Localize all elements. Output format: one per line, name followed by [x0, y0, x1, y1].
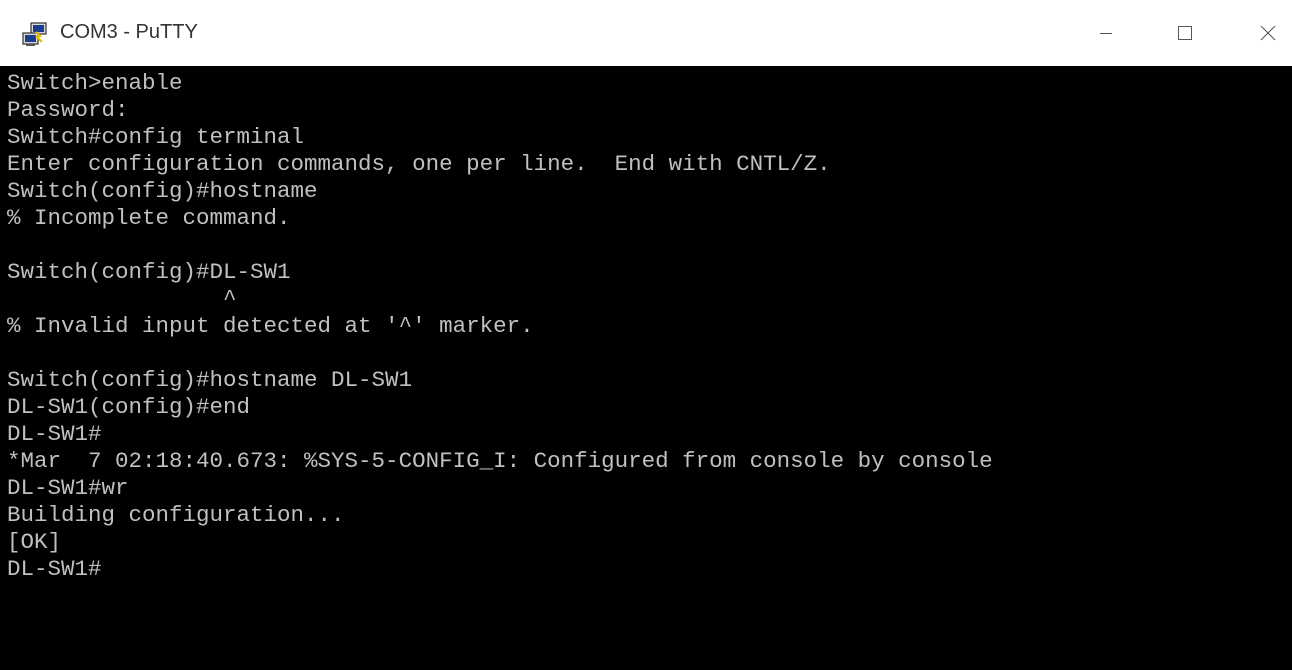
terminal-line: DL-SW1(config)#end — [7, 394, 251, 420]
terminal-line: % Incomplete command. — [7, 205, 291, 231]
terminal-line: % Invalid input detected at '^' marker. — [7, 313, 534, 339]
maximize-button[interactable] — [1161, 12, 1209, 54]
terminal-line: Switch(config)#hostname DL-SW1 — [7, 367, 413, 393]
window-title: COM3 - PuTTY — [60, 21, 198, 43]
title-bar[interactable]: COM3 - PuTTY — [0, 0, 1292, 66]
terminal-line: Switch(config)#hostname — [7, 178, 318, 204]
terminal-line: Switch(config)#DL-SW1 — [7, 259, 291, 285]
minimize-icon — [1100, 33, 1112, 34]
terminal-line: DL-SW1# — [7, 556, 102, 582]
terminal-line: ^ — [7, 286, 237, 312]
terminal-line: Enter configuration commands, one per li… — [7, 151, 831, 177]
terminal-line: [OK] — [7, 529, 62, 555]
terminal-line: Building configuration... — [7, 502, 345, 528]
terminal-line: Switch>enable — [7, 70, 183, 96]
terminal-line: Switch#config terminal — [7, 124, 305, 150]
close-button[interactable] — [1244, 12, 1292, 54]
minimize-button[interactable] — [1082, 12, 1130, 54]
terminal-console[interactable]: Switch>enable Password: Switch#config te… — [0, 66, 1292, 670]
terminal-line: DL-SW1# — [7, 421, 102, 447]
terminal-line: DL-SW1#wr — [7, 475, 129, 501]
close-icon — [1260, 25, 1276, 41]
terminal-line: *Mar 7 02:18:40.673: %SYS-5-CONFIG_I: Co… — [7, 448, 993, 474]
putty-icon[interactable] — [22, 22, 50, 48]
terminal-line: Password: — [7, 97, 129, 123]
maximize-icon — [1178, 26, 1192, 40]
putty-window: COM3 - PuTTY Switch>enable Password: Swi… — [0, 0, 1292, 670]
